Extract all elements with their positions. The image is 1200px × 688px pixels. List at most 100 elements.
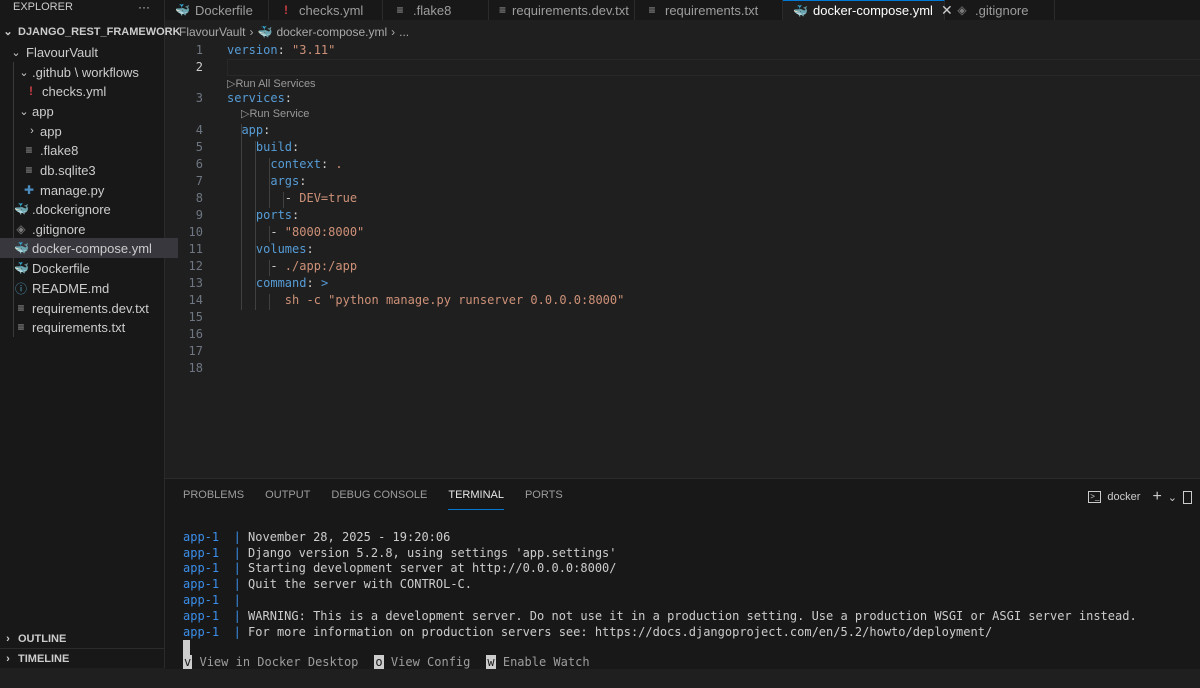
container-prefix: app-1: [183, 545, 220, 560]
git-file-icon: ◈: [16, 222, 26, 236]
tab-label: .gitignore: [975, 2, 1029, 18]
code-line: 10 - "8000:8000": [165, 224, 1200, 241]
tab-docker-compose-yml[interactable]: 🐳 docker-compose.yml ✕: [783, 0, 953, 20]
tab-terminal[interactable]: TERMINAL: [448, 489, 504, 510]
tree-item-label: manage.py: [40, 182, 105, 198]
line-number: 4: [195, 123, 203, 137]
line-number: 2: [195, 60, 203, 74]
tree-file-db-sqlite3[interactable]: ≡ db.sqlite3: [0, 160, 186, 180]
chevron-down-icon: ⌄: [19, 105, 29, 118]
yaml-key: volumes: [255, 242, 307, 256]
line-number: 14: [188, 293, 203, 307]
more-actions-icon[interactable]: ···: [138, 0, 150, 14]
tab-requirements-dev[interactable]: ≡ requirements.dev.txt: [489, 0, 635, 20]
docker-file-icon: 🐳: [14, 261, 29, 275]
tab-output[interactable]: OUTPUT: [265, 489, 310, 509]
tree-file-readme[interactable]: ⓘ README.md: [0, 278, 178, 298]
chevron-right-icon: ›: [6, 633, 10, 645]
timeline-section[interactable]: › TIMELINE: [0, 653, 69, 665]
line-number: 5: [195, 140, 203, 154]
section-divider: [0, 648, 164, 649]
tree-item-label: requirements.dev.txt: [32, 300, 149, 316]
breadcrumb-folder[interactable]: FlavourVault: [179, 25, 245, 39]
tab-label: docker-compose.yml: [813, 3, 933, 18]
container-prefix: app-1: [183, 561, 220, 576]
tree-folder-flavourvault[interactable]: ⌄ FlavourVault: [0, 42, 174, 62]
tree-file-gitignore[interactable]: ◈ .gitignore: [0, 219, 178, 239]
add-terminal-icon[interactable]: +: [1152, 488, 1161, 506]
terminal-line: app-1 | Django version 5.2.8, using sett…: [183, 545, 617, 560]
code-line: 18: [165, 360, 1200, 377]
tab-debug-console[interactable]: DEBUG CONSOLE: [331, 489, 427, 509]
code-editor[interactable]: 1 version: "3.11" 2 ▷Run All Services 3 …: [165, 42, 1200, 472]
tab-gitignore[interactable]: ◈ .gitignore: [945, 0, 1055, 20]
codelens-run-service[interactable]: ▷Run Service: [241, 108, 309, 121]
tree-file-requirements[interactable]: ≡ requirements.txt: [0, 317, 178, 337]
tree-item-label: .gitignore: [32, 221, 86, 237]
tab-dockerfile[interactable]: 🐳 Dockerfile: [165, 0, 269, 20]
shortcut-label: Enable Watch: [502, 655, 590, 669]
tree-item-label: FlavourVault: [26, 44, 99, 60]
line-number: 8: [195, 191, 203, 205]
lines-icon: ≡: [499, 3, 507, 17]
tree-file-manage-py[interactable]: ✚ manage.py: [0, 180, 186, 200]
bottom-panel: PROBLEMS OUTPUT DEBUG CONSOLE TERMINAL P…: [165, 478, 1200, 669]
tree-file-requirements-dev[interactable]: ≡ requirements.dev.txt: [0, 298, 178, 318]
terminal-cursor-line: [183, 640, 1137, 656]
code-line: 1 version: "3.11": [165, 42, 1200, 59]
panel-actions: >_ docker + ⌄: [1088, 488, 1192, 506]
tree-file-checks-yml[interactable]: ! checks.yml: [0, 81, 188, 101]
tab-requirements[interactable]: ≡ requirements.txt: [635, 0, 783, 20]
breadcrumb-file[interactable]: docker-compose.yml: [276, 25, 387, 39]
chevron-down-icon: ⌄: [3, 26, 13, 38]
yaml-value: ./app:/app: [284, 259, 358, 273]
breadcrumb-more[interactable]: ...: [399, 25, 409, 39]
tree-indent-guide: [13, 62, 14, 337]
split-terminal-icon[interactable]: [1183, 490, 1192, 504]
code-line: 4 app:: [165, 122, 1200, 139]
shortcut-label: View Config: [390, 655, 471, 669]
yaml-key: version: [227, 43, 278, 57]
docker-file-icon: 🐳: [14, 202, 29, 216]
chevron-down-icon[interactable]: ⌄: [1168, 491, 1177, 504]
workspace-root-label: DJANGO_REST_FRAMEWORK: [18, 25, 181, 38]
tree-file-docker-compose-yml[interactable]: 🐳 docker-compose.yml: [0, 238, 178, 258]
git-icon: ◈: [957, 3, 967, 17]
yaml-value: DEV=true: [299, 191, 358, 205]
tab-flake8[interactable]: ≡ .flake8: [383, 0, 489, 20]
code-line-current: 2: [165, 59, 1200, 76]
shortcut-view-docker-desktop[interactable]: v View in Docker Desktop: [183, 655, 358, 669]
line-number: 16: [188, 327, 203, 341]
tab-ports[interactable]: PORTS: [525, 489, 563, 509]
line-number: 7: [195, 174, 203, 188]
shortcut-view-config[interactable]: o View Config: [374, 655, 470, 669]
terminal-cursor: [183, 640, 190, 656]
shortcut-enable-watch[interactable]: w Enable Watch: [486, 655, 590, 669]
yaml-value: .: [335, 157, 343, 171]
tree-folder-app[interactable]: ⌄ app: [0, 101, 182, 121]
outline-section[interactable]: › OUTLINE: [0, 633, 66, 645]
timeline-label: TIMELINE: [18, 653, 70, 665]
yaml-value: "3.11": [292, 43, 336, 57]
terminal-text: Django version 5.2.8, using settings 'ap…: [248, 545, 617, 560]
tab-problems[interactable]: PROBLEMS: [183, 489, 244, 509]
lines-file-icon: ≡: [25, 163, 33, 177]
line-number: 17: [188, 344, 203, 358]
line-number: 11: [188, 242, 203, 256]
chevron-right-icon: ›: [30, 125, 34, 137]
tree-file-dockerignore[interactable]: 🐳 .dockerignore: [0, 199, 178, 219]
tree-file-dockerfile[interactable]: 🐳 Dockerfile: [0, 258, 178, 278]
tab-label: .flake8: [413, 2, 452, 18]
tree-folder-app-inner[interactable]: › app: [0, 121, 190, 141]
tab-checks-yml[interactable]: ! checks.yml: [269, 0, 383, 20]
container-prefix: app-1: [183, 577, 220, 592]
yaml-key: app: [241, 123, 264, 137]
tree-file-flake8[interactable]: ≡ .flake8: [0, 140, 186, 160]
editor-tab-bar: 🐳 Dockerfile ! checks.yml ≡ .flake8 ≡ re…: [165, 0, 1200, 20]
codelens-label: Run Service: [249, 108, 310, 120]
line-number: 3: [195, 91, 203, 105]
terminal-name[interactable]: docker: [1107, 491, 1140, 503]
workspace-root[interactable]: ⌄ DJANGO_REST_FRAMEWORK: [0, 25, 181, 39]
tree-folder-github-workflows[interactable]: ⌄ .github \ workflows: [0, 62, 182, 82]
docker-compose-icon: 🐳: [257, 25, 273, 39]
